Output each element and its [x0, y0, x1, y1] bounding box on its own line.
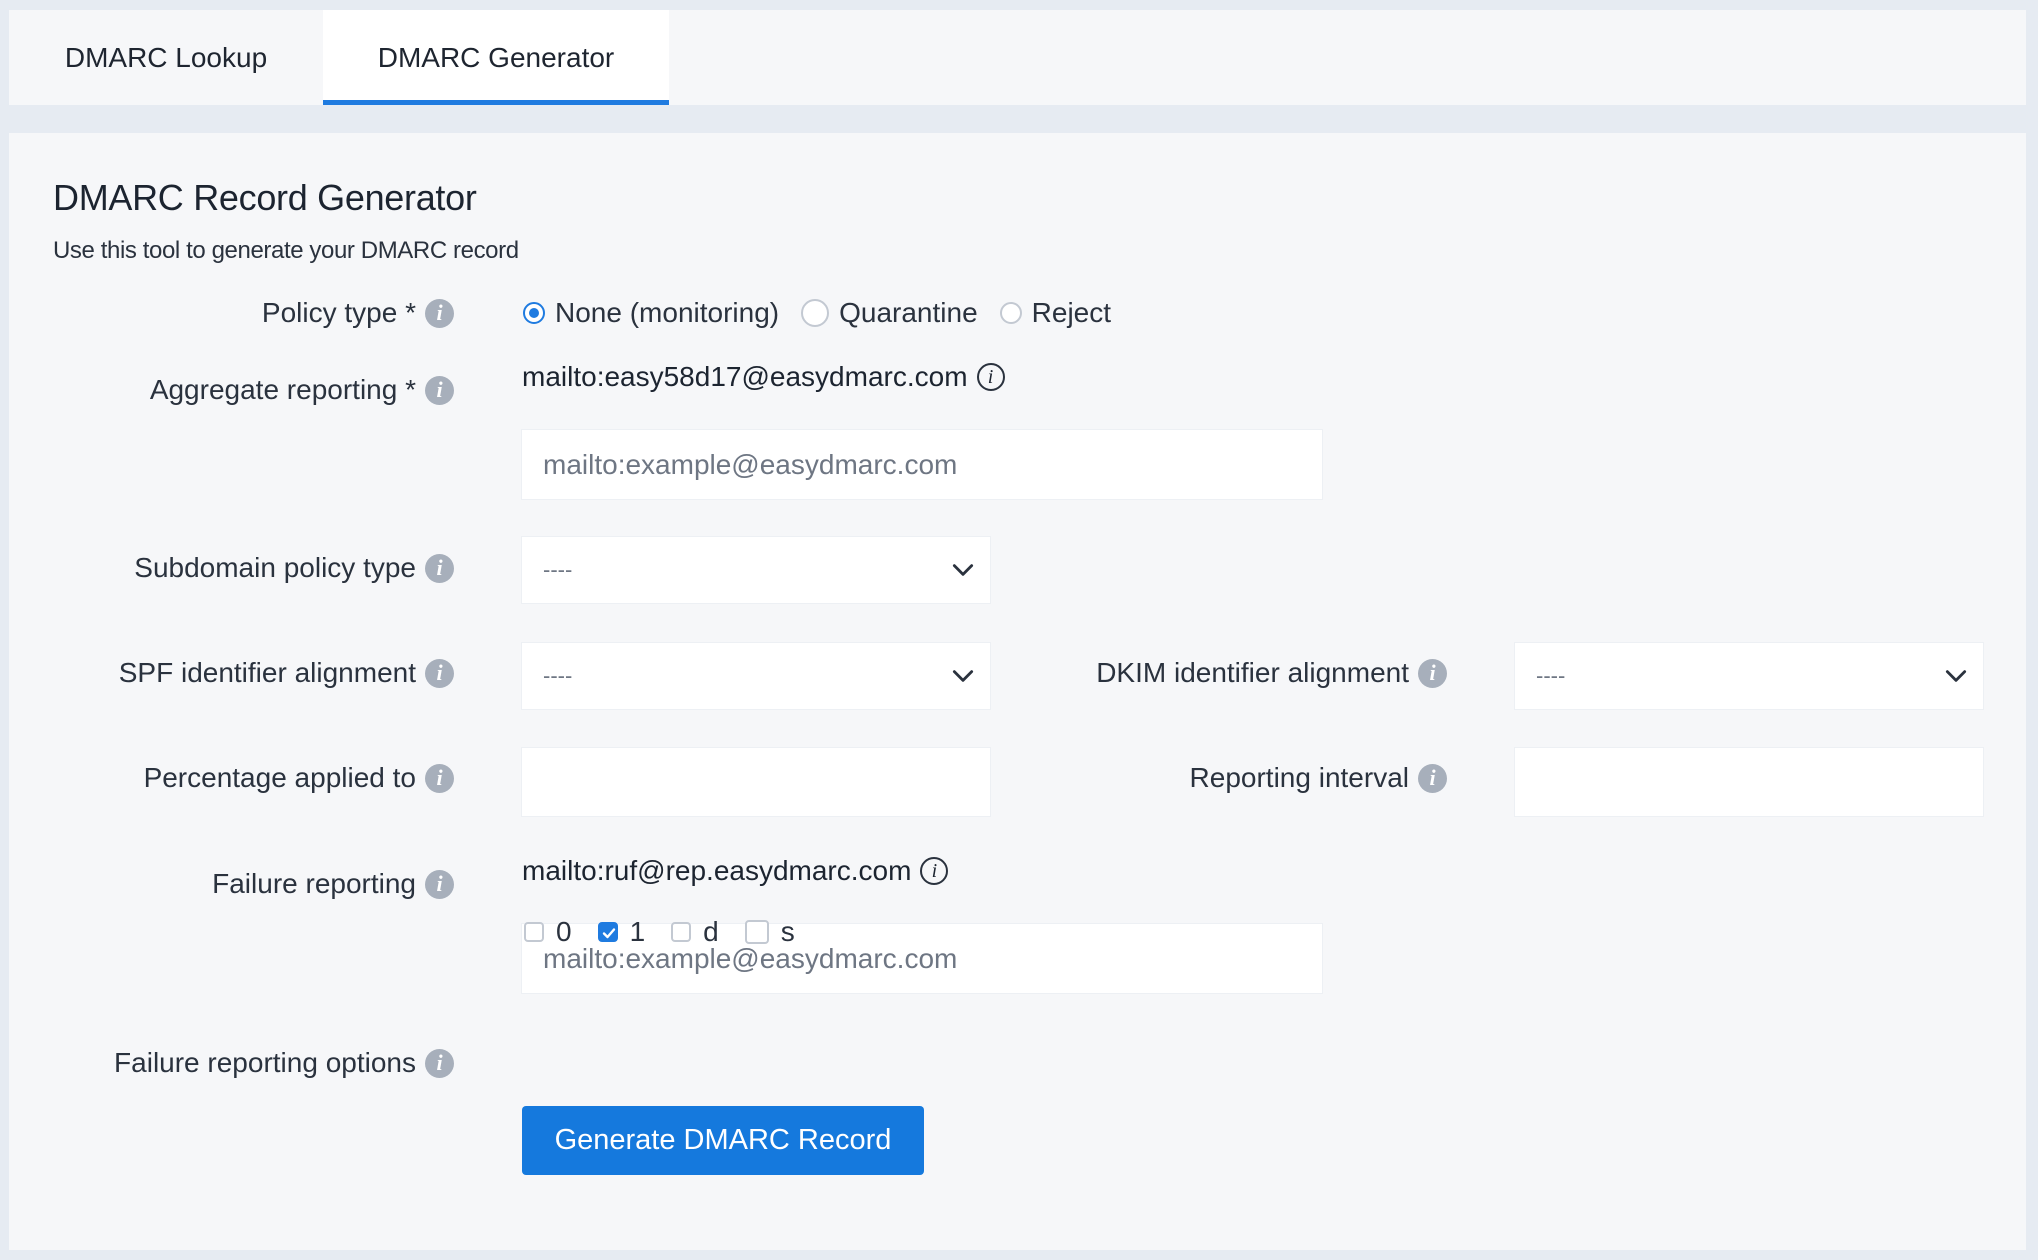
policy-none-radio[interactable]: None (monitoring)	[523, 297, 779, 329]
tab-dmarc-lookup[interactable]: DMARC Lookup	[9, 10, 323, 105]
failure-options-label: Failure reporting options i	[114, 1043, 454, 1083]
percentage-label: Percentage applied to i	[144, 758, 454, 798]
info-icon[interactable]: i	[425, 375, 454, 405]
subdomain-policy-select[interactable]: ----	[522, 537, 990, 603]
aggregate-default-address: mailto:easy58d17@easydmarc.com i	[522, 357, 1005, 397]
policy-reject-radio[interactable]: Reject	[999, 297, 1112, 329]
info-outline-icon[interactable]: i	[920, 857, 949, 885]
spf-alignment-value: ----	[543, 663, 573, 688]
spf-alignment-label-text: SPF identifier alignment	[118, 657, 416, 688]
failure-option-1-label: 1	[629, 916, 646, 947]
subdomain-policy-label: Subdomain policy type i	[134, 548, 454, 588]
radio-indicator[interactable]	[801, 299, 830, 327]
tab-dmarc-generator[interactable]: DMARC Generator	[323, 10, 669, 105]
percentage-label-text: Percentage applied to	[143, 762, 416, 793]
policy-reject-label: Reject	[1031, 297, 1112, 328]
info-icon[interactable]: i	[425, 869, 454, 899]
checkbox[interactable]	[744, 920, 769, 944]
dkim-alignment-label-text: DKIM identifier alignment	[1096, 657, 1409, 688]
policy-quarantine-label: Quarantine	[839, 297, 978, 328]
checkbox[interactable]	[524, 922, 544, 942]
failure-option-d[interactable]: d	[671, 916, 719, 948]
policy-type-label-text: Policy type *	[261, 297, 416, 328]
chevron-down-icon	[952, 564, 974, 576]
aggregate-reporting-input[interactable]	[522, 430, 1322, 499]
failure-option-s[interactable]: s	[744, 916, 795, 948]
subdomain-policy-label-text: Subdomain policy type	[134, 552, 416, 583]
info-icon[interactable]: i	[1418, 658, 1447, 688]
checkbox[interactable]	[671, 922, 692, 942]
generate-dmarc-button[interactable]: Generate DMARC Record	[522, 1106, 924, 1175]
radio-indicator[interactable]	[523, 302, 545, 324]
dkim-alignment-value: ----	[1536, 663, 1566, 688]
tab-bar: DMARC Lookup DMARC Generator	[9, 10, 2026, 105]
spf-alignment-label: SPF identifier alignment i	[119, 653, 454, 693]
aggregate-reporting-label: Aggregate reporting * i	[150, 370, 454, 410]
chevron-down-icon	[952, 670, 974, 682]
info-outline-icon[interactable]: i	[976, 363, 1005, 391]
dkim-alignment-label: DKIM identifier alignment i	[1096, 653, 1447, 693]
spf-alignment-select[interactable]: ----	[522, 643, 990, 709]
info-icon[interactable]: i	[425, 298, 454, 328]
checkmark-icon	[602, 928, 615, 939]
failure-options-label-text: Failure reporting options	[114, 1047, 416, 1078]
percentage-input[interactable]	[522, 748, 990, 816]
failure-default-address: mailto:ruf@rep.easydmarc.com i	[522, 851, 949, 891]
aggregate-default-address-text: mailto:easy58d17@easydmarc.com	[522, 361, 968, 392]
failure-option-s-label: s	[780, 916, 795, 947]
failure-reporting-label-text: Failure reporting	[212, 868, 416, 899]
reporting-interval-input[interactable]	[1515, 748, 1983, 816]
failure-option-0-label: 0	[556, 916, 572, 947]
reporting-interval-label-text: Reporting interval	[1189, 762, 1409, 793]
dkim-alignment-select[interactable]: ----	[1515, 643, 1983, 709]
failure-reporting-label: Failure reporting i	[212, 864, 454, 904]
policy-type-label: Policy type * i	[262, 293, 454, 333]
info-icon[interactable]: i	[1418, 763, 1447, 793]
chevron-down-icon	[1945, 670, 1967, 682]
reporting-interval-label: Reporting interval i	[1190, 758, 1447, 798]
failure-default-address-text: mailto:ruf@rep.easydmarc.com	[522, 855, 912, 886]
policy-quarantine-radio[interactable]: Quarantine	[801, 297, 978, 329]
generator-panel: DMARC Record Generator Use this tool to …	[9, 133, 2026, 1250]
info-icon[interactable]: i	[425, 763, 454, 793]
policy-none-label: None (monitoring)	[555, 297, 780, 328]
page-title: DMARC Record Generator	[53, 177, 477, 218]
failure-option-d-label: d	[703, 916, 719, 947]
aggregate-reporting-label-text: Aggregate reporting *	[149, 374, 416, 405]
subdomain-policy-value: ----	[543, 557, 573, 582]
radio-indicator[interactable]	[999, 302, 1022, 324]
info-icon[interactable]: i	[425, 1048, 454, 1078]
page-subtitle: Use this tool to generate your DMARC rec…	[53, 237, 519, 264]
policy-type-radio-group: None (monitoring) Quarantine Reject	[523, 293, 1133, 333]
checkbox-checked[interactable]	[597, 922, 618, 942]
failure-option-0[interactable]: 0	[524, 916, 572, 948]
failure-options-group: 0 1 d s	[524, 912, 821, 952]
info-icon[interactable]: i	[425, 658, 454, 688]
info-icon[interactable]: i	[425, 553, 454, 583]
failure-option-1[interactable]: 1	[597, 916, 646, 948]
